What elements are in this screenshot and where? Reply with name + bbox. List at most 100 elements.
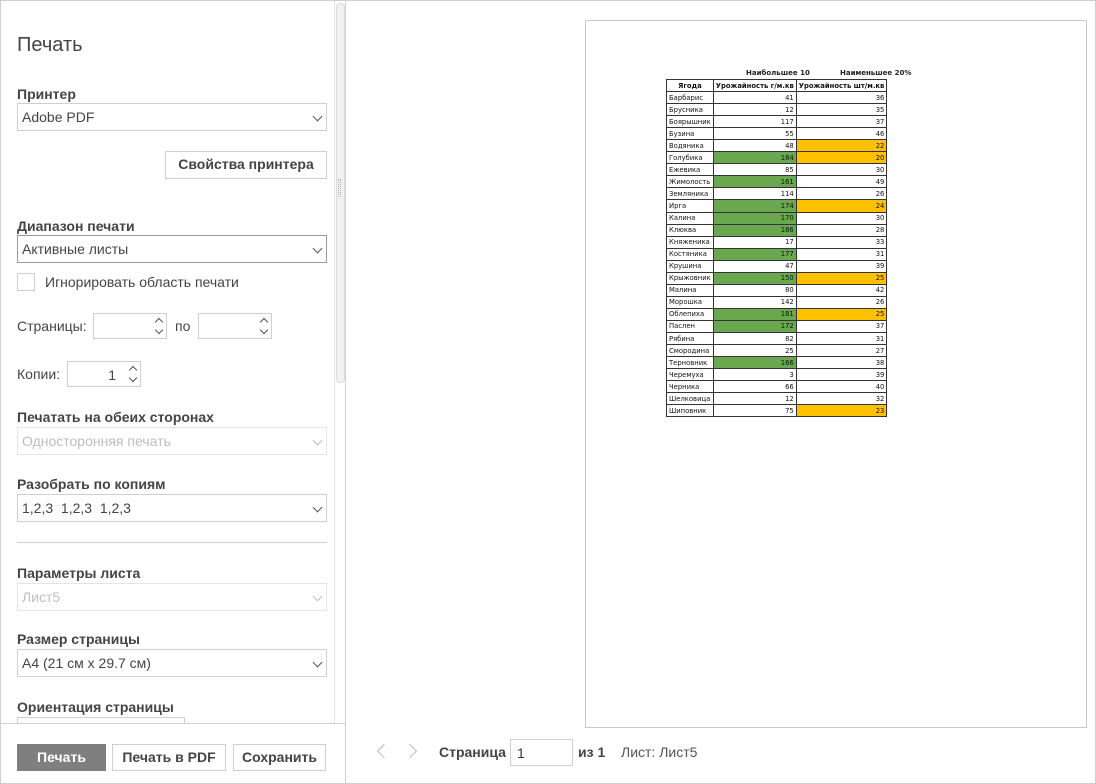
page-number-input[interactable]: 1 (510, 739, 573, 766)
table-row: Черемуха 3 39 (666, 368, 888, 382)
table-row: Рябина 82 31 (666, 331, 888, 346)
yield-count-cell: 32 (795, 392, 888, 406)
print-range-label: Диапазон печати (17, 218, 135, 234)
print-pdf-button[interactable]: Печать в PDF (112, 744, 226, 771)
sheet-params-select[interactable]: Лист5 (17, 583, 327, 611)
yield-count-cell: 49 (795, 175, 888, 189)
printer-properties-button[interactable]: Свойства принтера (165, 151, 327, 179)
table-row: Боярышник 117 37 (666, 115, 888, 129)
yield-g-cell: 114 (712, 187, 797, 201)
yield-count-cell: 31 (795, 247, 888, 261)
berry-name-cell: Жимолость (666, 175, 714, 189)
yield-g-cell: 184 (712, 151, 797, 165)
page-size-value: А4 (21 см x 29.7 см) (22, 655, 151, 671)
yield-g-cell: 117 (712, 115, 797, 129)
spin-down-icon[interactable] (259, 325, 269, 335)
settings-scroll-area: Печать Принтер Adobe PDF Свойства принте… (1, 1, 345, 723)
yield-g-cell: 166 (712, 356, 797, 370)
duplex-value: Односторонняя печать (22, 433, 171, 449)
spin-down-icon[interactable] (128, 373, 138, 383)
yield-g-cell: 25 (712, 344, 797, 358)
yield-count-cell: 36 (795, 91, 888, 105)
resize-grip-icon[interactable] (338, 179, 341, 197)
yield-count-cell: 39 (795, 259, 888, 273)
copies-input[interactable]: 1 (67, 361, 141, 387)
yield-g-cell: 170 (712, 211, 797, 225)
print-button[interactable]: Печать (17, 744, 106, 771)
yield-g-cell: 55 (712, 127, 797, 141)
berry-name-cell: Паслен (666, 319, 714, 333)
table-header-row: Ягода Урожайность г/м.кв Урожайность шт/… (666, 78, 888, 93)
orientation-label: Ориентация страницы (17, 699, 174, 715)
header-top-2: Наименьшее 20% (840, 69, 912, 77)
duplex-select[interactable]: Односторонняя печать (17, 427, 327, 455)
berry-name-cell: Клюква (666, 223, 714, 237)
pages-to-input[interactable] (198, 313, 272, 339)
berry-name-cell: Смородина (666, 344, 714, 358)
table-row: Шелковица 12 32 (666, 392, 888, 406)
yield-count-cell: 37 (795, 319, 888, 333)
berry-name-cell: Крыжовник (666, 271, 714, 285)
chevron-down-icon (312, 435, 323, 446)
yield-g-cell: 150 (712, 271, 797, 285)
page-size-label: Размер страницы (17, 631, 140, 647)
yield-count-cell: 26 (795, 295, 888, 309)
print-range-select[interactable]: Активные листы (17, 235, 327, 263)
collate-label: Разобрать по копиям (17, 476, 166, 492)
ignore-print-area-checkbox[interactable] (17, 273, 35, 291)
berry-name-cell: Барбарис (666, 91, 714, 105)
yield-g-cell: 85 (712, 163, 797, 177)
yield-g-cell: 186 (712, 223, 797, 237)
yield-g-cell: 172 (712, 319, 797, 333)
table-row: Терновник 166 38 (666, 356, 888, 370)
panel-title: Печать (17, 34, 83, 56)
page-label: Страница (439, 744, 506, 760)
yield-g-cell: 12 (712, 392, 797, 406)
column-header: Ягода (666, 78, 714, 93)
save-button[interactable]: Сохранить (233, 744, 326, 771)
data-table: Ягода Урожайность г/м.кв Урожайность шт/… (666, 78, 888, 418)
berry-name-cell: Бузина (666, 127, 714, 141)
column-header: Урожайность г/м.кв (712, 78, 797, 93)
settings-scrollbar[interactable] (334, 1, 345, 723)
table-row: Костяника 177 31 (666, 247, 888, 261)
table-row: Калина 170 30 (666, 211, 888, 225)
table-row: Княженика 17 33 (666, 235, 888, 249)
print-range-value: Активные листы (22, 241, 129, 257)
table-row: Паслен 172 37 (666, 319, 888, 333)
berry-name-cell: Ирга (666, 199, 714, 213)
yield-count-cell: 33 (795, 235, 888, 249)
berry-name-cell: Калина (666, 211, 714, 225)
yield-g-cell: 142 (712, 295, 797, 309)
table-row: Ирга 174 24 (666, 199, 888, 213)
berry-name-cell: Княженика (666, 235, 714, 249)
yield-count-cell: 24 (795, 199, 888, 213)
berry-name-cell: Рябина (666, 331, 714, 346)
yield-g-cell: 41 (712, 91, 797, 105)
pages-from-input[interactable] (93, 313, 167, 339)
yield-count-cell: 31 (795, 331, 888, 346)
table-row: Малина 80 42 (666, 283, 888, 297)
berry-name-cell: Терновник (666, 356, 714, 370)
chevron-down-icon (312, 243, 323, 254)
yield-g-cell: 174 (712, 199, 797, 213)
table-row: Барбарис 41 36 (666, 91, 888, 105)
yield-count-cell: 26 (795, 187, 888, 201)
pages-to-label: по (175, 318, 191, 334)
yield-count-cell: 25 (795, 271, 888, 285)
printer-select[interactable]: Adobe PDF (17, 103, 327, 131)
spin-down-icon[interactable] (154, 325, 164, 335)
table-row: Бузина 55 46 (666, 127, 888, 141)
table-row: Крушина 47 39 (666, 259, 888, 273)
berry-name-cell: Костяника (666, 247, 714, 261)
yield-g-cell: 47 (712, 259, 797, 273)
collate-select[interactable]: 1,2,3 1,2,3 1,2,3 (17, 494, 327, 522)
sheet-params-value: Лист5 (22, 589, 61, 605)
table-row: Смородина 25 27 (666, 344, 888, 358)
yield-g-cell: 17 (712, 235, 797, 249)
yield-count-cell: 20 (795, 151, 888, 165)
yield-count-cell: 30 (795, 211, 888, 225)
ignore-print-area-label: Игнорировать область печати (45, 274, 239, 290)
page-size-select[interactable]: А4 (21 см x 29.7 см) (17, 649, 327, 677)
berry-name-cell: Земляника (666, 187, 714, 201)
